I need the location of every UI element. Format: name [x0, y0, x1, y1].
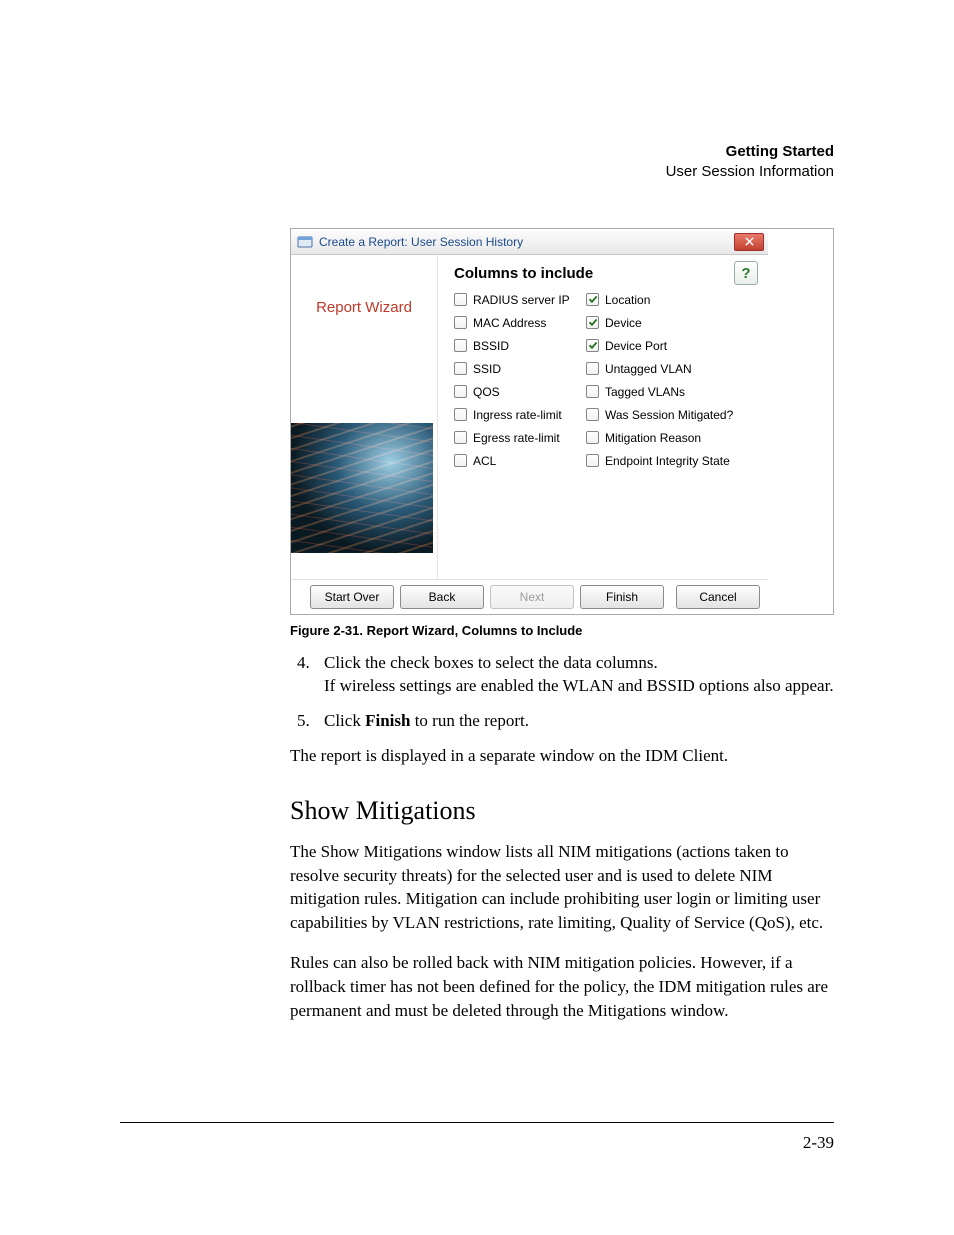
step-text: If wireless settings are enabled the WLA… — [324, 675, 834, 698]
checkbox-label: Ingress rate-limit — [473, 408, 562, 422]
wizard-art-icon — [291, 423, 433, 553]
column-option[interactable]: QOS — [454, 382, 576, 401]
checkbox[interactable] — [454, 385, 467, 398]
procedure-steps: Click the check boxes to select the data… — [290, 652, 834, 733]
step-text: Click — [324, 711, 365, 730]
body-paragraph: The report is displayed in a separate wi… — [290, 745, 834, 768]
checkbox-label: Tagged VLANs — [605, 385, 685, 399]
checkbox-label: ACL — [473, 454, 496, 468]
footer-rule — [120, 1122, 834, 1123]
column-option[interactable]: Location — [586, 290, 756, 309]
wizard-title: Report Wizard — [316, 299, 412, 316]
columns-group: RADIUS server IP MAC Address BSSID SSID QOS I… — [454, 290, 758, 470]
checkbox-label: Endpoint Integrity State — [605, 454, 730, 468]
checkmark-icon — [588, 339, 598, 353]
column-option[interactable]: MAC Address — [454, 313, 576, 332]
checkbox-label: Mitigation Reason — [605, 431, 701, 445]
checkbox[interactable] — [586, 431, 599, 444]
columns-right: Location Device Device Port Untagged VLAN Ta… — [586, 290, 756, 470]
checkbox-label: SSID — [473, 362, 501, 376]
checkbox-label: MAC Address — [473, 316, 546, 330]
app-icon — [297, 234, 313, 250]
column-option[interactable]: BSSID — [454, 336, 576, 355]
columns-left: RADIUS server IP MAC Address BSSID SSID QOS I… — [454, 290, 576, 470]
checkbox[interactable] — [454, 454, 467, 467]
next-button: Next — [490, 585, 574, 609]
dialog-title: Create a Report: User Session History — [319, 235, 734, 249]
step-text: Click the check boxes to select the data… — [324, 653, 658, 672]
column-option[interactable]: SSID — [454, 359, 576, 378]
help-icon: ? — [741, 265, 750, 282]
checkbox-label: BSSID — [473, 339, 509, 353]
dialog-titlebar: Create a Report: User Session History — [291, 229, 768, 255]
column-option[interactable]: Tagged VLANs — [586, 382, 756, 401]
checkbox[interactable] — [454, 408, 467, 421]
step-item: Click the check boxes to select the data… — [314, 652, 834, 698]
step-text: to run the report. — [410, 711, 529, 730]
checkbox[interactable] — [586, 339, 599, 352]
column-option[interactable]: Endpoint Integrity State — [586, 451, 756, 470]
column-option[interactable]: Ingress rate-limit — [454, 405, 576, 424]
wizard-right-pane: Columns to include ? RADIUS server IP MAC… — [438, 255, 768, 579]
checkbox-label: Was Session Mitigated? — [605, 408, 733, 422]
report-wizard-dialog: Create a Report: User Session History Re… — [291, 229, 768, 614]
running-header: Getting Started User Session Information — [666, 142, 834, 183]
column-option[interactable]: Untagged VLAN — [586, 359, 756, 378]
checkbox[interactable] — [586, 293, 599, 306]
section-heading: Show Mitigations — [290, 796, 834, 826]
page-number: 2-39 — [803, 1133, 834, 1153]
checkbox[interactable] — [454, 293, 467, 306]
checkbox[interactable] — [454, 316, 467, 329]
figure-caption: Figure 2-31. Report Wizard, Columns to I… — [290, 623, 834, 638]
back-button[interactable]: Back — [400, 585, 484, 609]
checkbox[interactable] — [586, 316, 599, 329]
checkbox-label: Untagged VLAN — [605, 362, 692, 376]
figure-dialog: Create a Report: User Session History Re… — [290, 228, 834, 615]
finish-button[interactable]: Finish — [580, 585, 664, 609]
start-over-button[interactable]: Start Over — [310, 585, 394, 609]
wizard-left-pane: Report Wizard — [291, 255, 438, 579]
columns-panel-title: Columns to include — [454, 265, 758, 282]
checkmark-icon — [588, 316, 598, 330]
checkbox-label: RADIUS server IP — [473, 293, 570, 307]
checkbox[interactable] — [586, 362, 599, 375]
checkbox-label: Location — [605, 293, 650, 307]
checkmark-icon — [588, 293, 598, 307]
wizard-title-area: Report Wizard — [291, 255, 437, 415]
column-option[interactable]: Device — [586, 313, 756, 332]
running-header-title: Getting Started — [666, 142, 834, 162]
checkbox-label: QOS — [473, 385, 500, 399]
checkbox[interactable] — [454, 362, 467, 375]
column-option[interactable]: Egress rate-limit — [454, 428, 576, 447]
close-button[interactable] — [734, 233, 764, 251]
running-header-subtitle: User Session Information — [666, 162, 834, 182]
dialog-button-bar: Start Over Back Next Finish Cancel — [291, 579, 768, 614]
dialog-body: Report Wizard Columns to include ? RADIU… — [291, 255, 768, 579]
body-paragraph: The Show Mitigations window lists all NI… — [290, 840, 834, 935]
checkbox[interactable] — [454, 339, 467, 352]
checkbox[interactable] — [586, 385, 599, 398]
step-text-bold: Finish — [365, 711, 410, 730]
column-option[interactable]: ACL — [454, 451, 576, 470]
checkbox[interactable] — [586, 408, 599, 421]
column-option[interactable]: Was Session Mitigated? — [586, 405, 756, 424]
checkbox-label: Device Port — [605, 339, 667, 353]
close-icon — [745, 235, 754, 249]
wizard-image — [291, 423, 437, 579]
cancel-button[interactable]: Cancel — [676, 585, 760, 609]
step-item: Click Finish to run the report. — [314, 710, 834, 733]
checkbox[interactable] — [586, 454, 599, 467]
column-option[interactable]: Mitigation Reason — [586, 428, 756, 447]
body-paragraph: Rules can also be rolled back with NIM m… — [290, 951, 834, 1022]
column-option[interactable]: Device Port — [586, 336, 756, 355]
checkbox-label: Egress rate-limit — [473, 431, 560, 445]
column-option[interactable]: RADIUS server IP — [454, 290, 576, 309]
checkbox[interactable] — [454, 431, 467, 444]
checkbox-label: Device — [605, 316, 642, 330]
help-button[interactable]: ? — [734, 261, 758, 285]
